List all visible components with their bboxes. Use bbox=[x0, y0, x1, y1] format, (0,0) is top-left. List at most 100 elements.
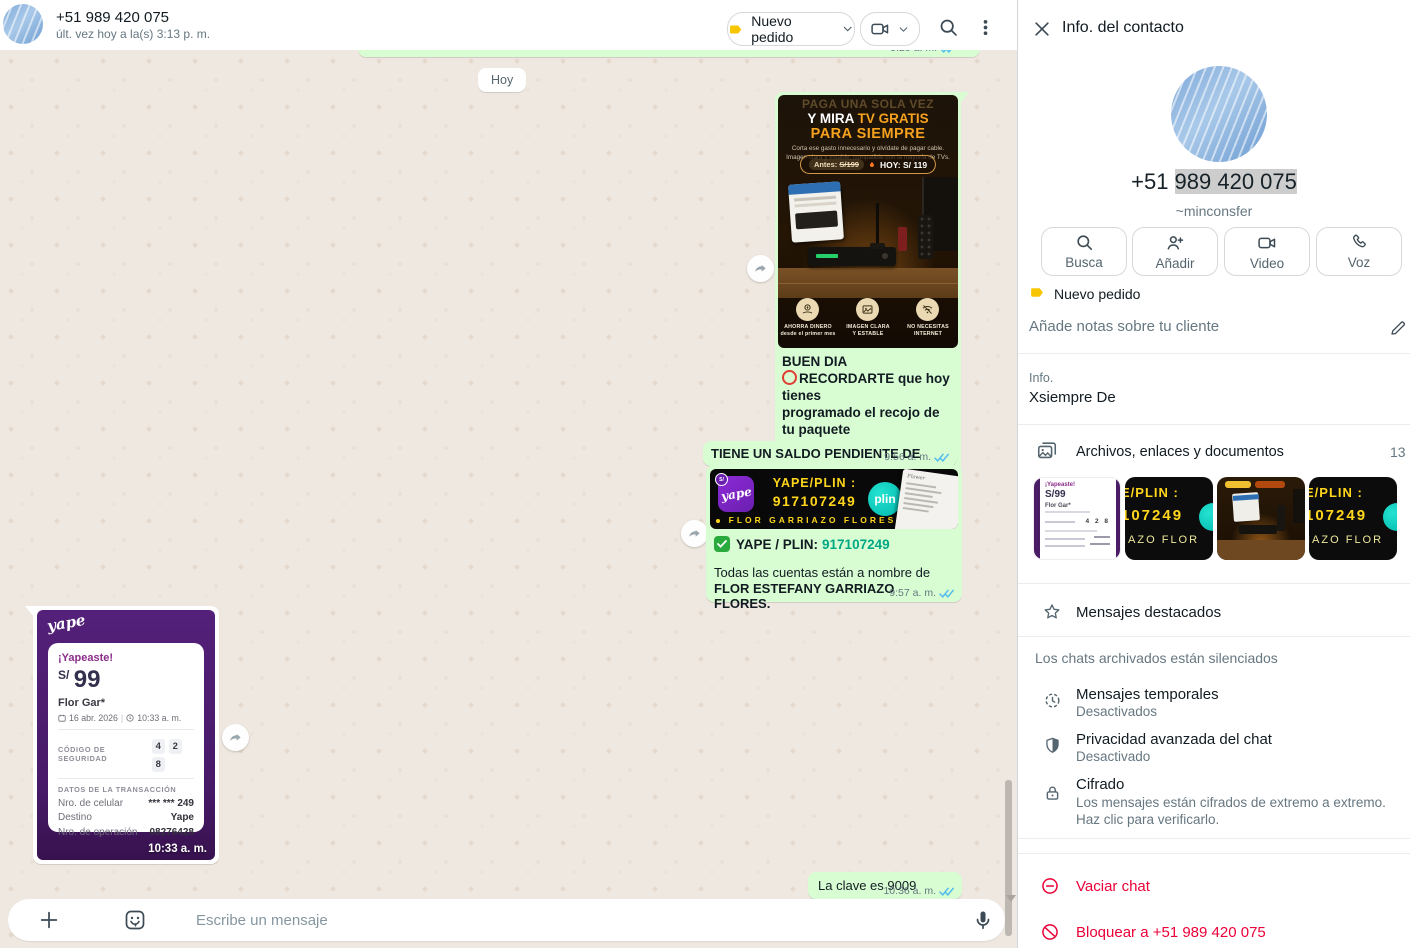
media-thumbnail-plin[interactable]: E/PLIN : 107249 IAZO FLOR bbox=[1309, 477, 1397, 560]
voice-call-button[interactable]: Voz bbox=[1316, 227, 1402, 276]
forward-button[interactable] bbox=[681, 520, 708, 547]
whatsapp-window: 9:29 a. m. Hoy bbox=[0, 0, 1410, 948]
block-icon bbox=[1040, 922, 1060, 942]
message-time: 9:57 a. m. bbox=[889, 587, 936, 599]
video-camera-icon bbox=[1257, 233, 1277, 253]
chevron-down-icon bbox=[841, 22, 854, 36]
order-label[interactable]: Nuevo pedido bbox=[1054, 286, 1140, 302]
no-wifi-icon bbox=[921, 303, 934, 316]
message-input[interactable] bbox=[8, 899, 1005, 941]
media-thumbnail-receipt[interactable]: ¡Yapeaste! S/99 Flor Gar* 4 2 8 bbox=[1033, 477, 1121, 560]
files-row[interactable]: Archivos, enlaces y documentos bbox=[1076, 444, 1284, 460]
message-bubble-clipped[interactable]: 9:29 a. m. bbox=[358, 50, 980, 57]
promo-price-pill: Antes: S/199 HOY: S/ 119 bbox=[800, 155, 936, 174]
search-action-button[interactable]: Busca bbox=[1041, 227, 1127, 276]
phone-number[interactable]: +51 989 420 075 bbox=[1018, 169, 1410, 195]
scroll-down-button[interactable] bbox=[1006, 895, 1016, 902]
message-bubble-promo[interactable]: PAGA UNA SOLA VEZ Y MIRA TV GRATIS PARA … bbox=[775, 92, 961, 488]
chat-conversation: 9:29 a. m. Hoy bbox=[0, 50, 1017, 948]
promo-headline1: PAGA UNA SOLA VEZ bbox=[778, 97, 958, 111]
clear-chat-icon bbox=[1040, 876, 1060, 896]
advanced-privacy-value: Desactivado bbox=[1076, 749, 1150, 764]
chevron-down-icon bbox=[897, 23, 910, 36]
payment-caption-line2: Todas las cuentas están a nombre de bbox=[714, 565, 954, 580]
phone-icon bbox=[1350, 233, 1369, 252]
files-count: 13 bbox=[1390, 444, 1406, 460]
payment-number-link[interactable]: 917107249 bbox=[822, 537, 890, 552]
clock-icon bbox=[126, 714, 134, 722]
archived-silenced-note: Los chats archivados están silenciados bbox=[1035, 650, 1278, 666]
double-check-icon bbox=[939, 588, 955, 599]
order-tag-icon bbox=[728, 21, 744, 38]
shield-privacy-icon bbox=[1043, 736, 1062, 755]
encryption-description: Los mensajes están cifrados de extremo a… bbox=[1076, 794, 1404, 828]
message-time: 9:56 a. m. bbox=[884, 451, 931, 463]
disappearing-messages-row[interactable]: Mensajes temporales bbox=[1076, 686, 1219, 703]
save-money-icon bbox=[801, 303, 814, 316]
disappearing-timer-icon bbox=[1043, 691, 1062, 710]
contact-info-panel: Info. del contacto +51 989 420 075 ~minc… bbox=[1017, 0, 1410, 948]
person-add-icon bbox=[1165, 233, 1185, 253]
message-bubble-clave[interactable]: La clave es 9009 10:36 a. m. bbox=[808, 872, 962, 899]
clear-chat-button[interactable]: Vaciar chat bbox=[1076, 878, 1150, 895]
video-action-button[interactable]: Video bbox=[1224, 227, 1310, 276]
info-label: Info. bbox=[1029, 371, 1053, 385]
double-check-icon bbox=[940, 50, 956, 54]
encryption-row[interactable]: Cifrado bbox=[1076, 776, 1124, 793]
advanced-privacy-row[interactable]: Privacidad avanzada del chat bbox=[1076, 731, 1272, 748]
promo-image[interactable]: PAGA UNA SOLA VEZ Y MIRA TV GRATIS PARA … bbox=[778, 95, 958, 348]
pencil-icon[interactable] bbox=[1389, 319, 1407, 337]
voucher-image[interactable]: yape ¡Yapeaste! S/ 99 Flor Gar* 16 abr. … bbox=[37, 610, 215, 860]
search-icon bbox=[1075, 233, 1094, 252]
media-files-icon bbox=[1036, 440, 1058, 462]
starred-messages-row[interactable]: Mensajes destacados bbox=[1076, 604, 1221, 621]
emoji-sticker-icon[interactable] bbox=[123, 908, 147, 932]
banner-receipt-photo: Flower bbox=[893, 469, 958, 529]
forward-button[interactable] bbox=[222, 724, 249, 751]
contact-last-seen: últ. vez hoy a la(s) 3:13 p. m. bbox=[56, 27, 210, 41]
attach-plus-icon[interactable] bbox=[38, 909, 60, 931]
close-icon[interactable] bbox=[1032, 19, 1052, 39]
scrollbar-thumb[interactable] bbox=[1005, 780, 1012, 936]
client-notes-field[interactable]: Añade notas sobre tu cliente bbox=[1029, 318, 1219, 335]
calendar-icon bbox=[58, 714, 66, 722]
lock-icon bbox=[1043, 784, 1062, 803]
double-check-icon bbox=[934, 452, 950, 463]
mic-icon[interactable] bbox=[971, 908, 995, 932]
message-bubble-payment[interactable]: yape S/ YAPE/PLIN : 917107249 plin FLOR … bbox=[706, 465, 962, 602]
red-circle-emoji bbox=[782, 370, 797, 385]
contact-avatar[interactable] bbox=[3, 4, 43, 44]
banner-holder-name: FLOR GARRIAZO FLORES bbox=[720, 515, 905, 525]
media-thumbnail-plin[interactable]: E/PLIN : 107249 IAZO FLOR bbox=[1125, 477, 1213, 560]
promo-product-art bbox=[778, 177, 958, 298]
panel-title: Info. del contacto bbox=[1062, 19, 1184, 37]
chat-header: +51 989 420 075 últ. vez hoy a la(s) 3:1… bbox=[0, 0, 1017, 50]
search-icon[interactable] bbox=[938, 17, 959, 38]
date-divider: Hoy bbox=[478, 68, 526, 92]
video-camera-icon bbox=[870, 19, 890, 39]
payment-banner-image[interactable]: yape S/ YAPE/PLIN : 917107249 plin FLOR … bbox=[710, 469, 958, 529]
disappearing-messages-value: Desactivados bbox=[1076, 704, 1157, 719]
new-order-button[interactable]: Nuevo pedido bbox=[727, 12, 855, 46]
composer-placeholder: Escribe un mensaje bbox=[196, 912, 328, 929]
security-code: 428 bbox=[148, 736, 194, 772]
order-tag-icon bbox=[1029, 284, 1046, 301]
forward-button[interactable] bbox=[747, 255, 774, 282]
forward-icon bbox=[687, 526, 703, 542]
add-contact-button[interactable]: Añadir bbox=[1132, 227, 1218, 276]
block-contact-button[interactable]: Bloquear a +51 989 420 075 bbox=[1076, 924, 1266, 941]
banner-title: YAPE/PLIN : bbox=[762, 476, 867, 490]
message-bubble-voucher[interactable]: yape ¡Yapeaste! S/ 99 Flor Gar* 16 abr. … bbox=[33, 606, 219, 864]
video-call-button[interactable] bbox=[860, 12, 920, 46]
chat-column: 9:29 a. m. Hoy bbox=[0, 0, 1017, 948]
message-bubble-saldo[interactable]: TIENE UN SALDO PENDIENTE DE S/99 9:56 a.… bbox=[703, 441, 957, 466]
double-check-icon bbox=[939, 886, 955, 897]
contact-name[interactable]: +51 989 420 075 bbox=[56, 9, 169, 26]
yape-logo: yape S/ bbox=[718, 476, 754, 512]
promo-headline3: PARA SIEMPRE bbox=[778, 126, 958, 142]
media-thumbnail-tv-promo[interactable] bbox=[1217, 477, 1305, 560]
promo-badges: AHORRA DINEROdesde el primer mes IMAGEN … bbox=[778, 298, 958, 348]
contact-avatar-large[interactable] bbox=[1171, 66, 1267, 162]
image-icon bbox=[861, 303, 874, 316]
menu-kebab-icon[interactable] bbox=[975, 17, 996, 38]
